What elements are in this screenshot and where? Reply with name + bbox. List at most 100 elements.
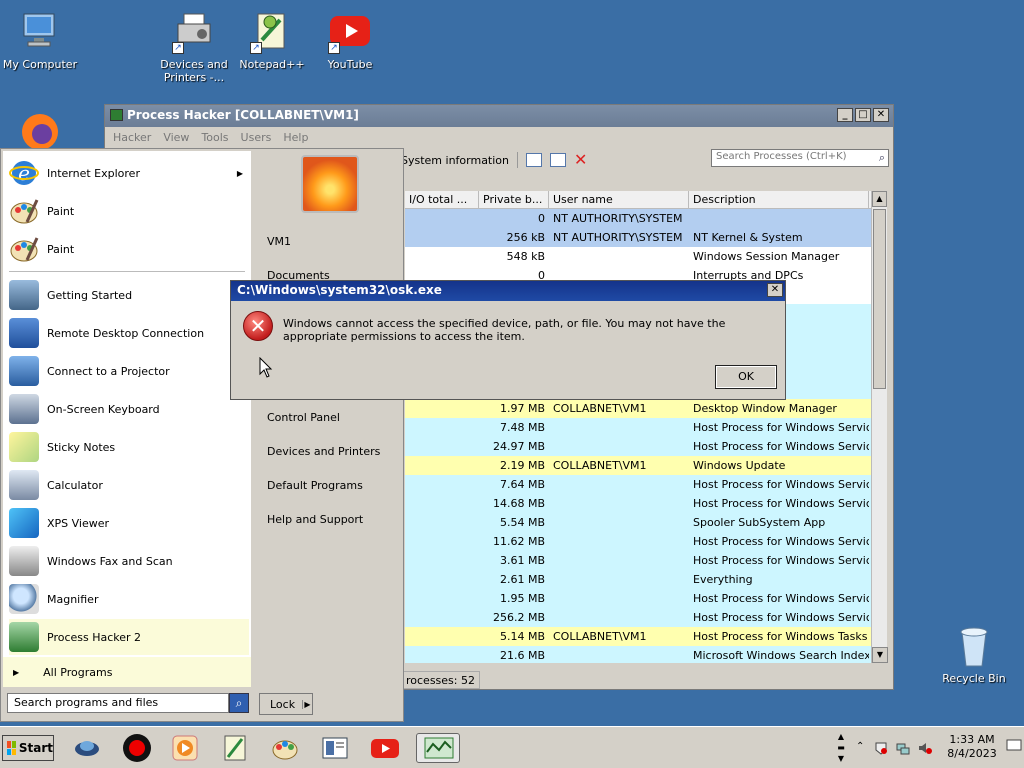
start-link-help-support[interactable]: Help and Support <box>267 513 363 526</box>
search-icon[interactable]: ⌕ <box>879 151 885 165</box>
terminate-icon[interactable]: ✕ <box>574 152 587 168</box>
taskbar-app-process-hacker-icon[interactable] <box>416 733 460 763</box>
cell-private: 21.6 MB <box>499 649 545 662</box>
start-item-process-hacker[interactable]: Process Hacker 2 <box>9 619 249 655</box>
scrollbar-thumb[interactable] <box>873 209 886 389</box>
table-row[interactable]: 256 kB NT AUTHORITY\SYSTEM NT Kernel & Sys… <box>405 228 887 247</box>
start-item-on-screen-keyboard[interactable]: On-Screen Keyboard <box>9 391 249 427</box>
desktop-icon-label: Devices and Printers -... <box>160 58 228 84</box>
menu-tools[interactable]: Tools <box>201 131 228 145</box>
desktop-icon-my-computer[interactable]: My Computer <box>0 10 80 71</box>
start-item-xps-viewer[interactable]: XPS Viewer <box>9 505 249 541</box>
column-header-description[interactable]: Description <box>689 191 869 208</box>
menu-help[interactable]: Help <box>283 131 308 145</box>
start-item-projector[interactable]: Connect to a Projector <box>9 353 249 389</box>
table-row[interactable]: 0 NT AUTHORITY\SYSTEM <box>405 209 887 228</box>
scroll-down-arrow-icon[interactable]: ▼ <box>872 647 888 663</box>
table-row[interactable]: 2.61 MB Everything <box>405 570 887 589</box>
desktop-icon-youtube[interactable]: ↗ YouTube <box>310 10 390 71</box>
lock-options-arrow-icon[interactable]: ▶ <box>302 699 312 709</box>
taskbar-app-media-player-icon[interactable] <box>170 733 200 763</box>
process-list[interactable]: I/O total ... Private b... User name Des… <box>405 191 887 663</box>
close-button[interactable]: ✕ <box>767 283 783 297</box>
menu-view[interactable]: View <box>163 131 189 145</box>
close-button[interactable]: ✕ <box>873 108 889 122</box>
taskbar-app-network-icon[interactable] <box>72 733 102 763</box>
column-header-private-bytes[interactable]: Private b... <box>479 191 549 208</box>
ok-button[interactable]: OK <box>715 365 777 389</box>
start-item-paint[interactable]: Paint <box>9 193 249 229</box>
search-processes-input[interactable]: Search Processes (Ctrl+K) ⌕ <box>711 149 889 167</box>
search-programs-input[interactable]: Search programs and files <box>7 693 229 713</box>
start-link-devices-printers[interactable]: Devices and Printers <box>267 445 380 458</box>
vertical-scrollbar[interactable]: ▲ ▼ <box>871 191 888 663</box>
desktop-icon-devices-printers[interactable]: ↗ Devices and Printers -... <box>154 10 234 84</box>
find-window-icon[interactable] <box>550 153 567 167</box>
start-button[interactable]: Start <box>2 735 54 761</box>
desktop-icon-recycle-bin[interactable]: Recycle Bin <box>934 624 1014 685</box>
window-icon[interactable] <box>526 153 543 167</box>
search-icon[interactable]: ⌕ <box>229 693 249 713</box>
taskbar-app-notepad-plus-plus-icon[interactable] <box>220 733 250 763</box>
start-link-control-panel[interactable]: Control Panel <box>267 411 340 424</box>
scroll-up-arrow-icon[interactable]: ▲ <box>872 191 887 207</box>
cell-private: 548 kB <box>506 250 545 263</box>
column-header-io-total[interactable]: I/O total ... <box>405 191 479 208</box>
start-item-remote-desktop[interactable]: Remote Desktop Connection <box>9 315 249 351</box>
error-dialog-titlebar[interactable]: C:\Windows\system32\osk.exe ✕ <box>231 281 785 301</box>
taskbar-app-record-icon[interactable] <box>122 733 152 763</box>
table-row[interactable]: 21.6 MB Microsoft Windows Search Indexer <box>405 646 887 663</box>
all-programs-button[interactable]: ▶ All Programs <box>3 657 251 687</box>
all-programs-arrow-icon: ▶ <box>13 667 20 677</box>
table-row[interactable]: 14.68 MB Host Process for Windows Service… <box>405 494 887 513</box>
system-information-button[interactable]: System information <box>401 154 509 167</box>
network-icon[interactable] <box>896 741 910 755</box>
start-link-default-programs[interactable]: Default Programs <box>267 479 363 492</box>
maximize-button[interactable]: □ <box>855 108 871 122</box>
column-header-user-name[interactable]: User name <box>549 191 689 208</box>
system-tray: ▲ ▬ ▼ ⌃ 1:33 AM 8/4/2023 <box>834 731 1024 765</box>
table-row[interactable]: 1.95 MB Host Process for Windows Services <box>405 589 887 608</box>
table-row[interactable]: 11.62 MB Host Process for Windows Service… <box>405 532 887 551</box>
table-row[interactable]: 24.97 MB Host Process for Windows Service… <box>405 437 887 456</box>
submenu-arrow-icon: ▶ <box>236 168 243 178</box>
table-row[interactable]: 7.64 MB Host Process for Windows Services <box>405 475 887 494</box>
start-item-paint-2[interactable]: Paint <box>9 231 249 267</box>
start-menu-places: VM1 Documents Control Panel Devices and … <box>255 149 405 689</box>
start-item-internet-explorer[interactable]: e Internet Explorer ▶ <box>9 155 249 191</box>
start-item-calculator[interactable]: Calculator <box>9 467 249 503</box>
table-row[interactable]: 1.97 MB COLLABNET\VM1 Desktop Window Manag… <box>405 399 887 418</box>
user-avatar[interactable] <box>301 155 359 213</box>
error-dialog[interactable]: C:\Windows\system32\osk.exe ✕ ✕ Windows … <box>230 280 786 400</box>
table-row[interactable]: 548 kB Windows Session Manager <box>405 247 887 266</box>
taskbar-app-reader-icon[interactable] <box>320 733 350 763</box>
taskbar-app-paint-icon[interactable] <box>270 733 300 763</box>
show-desktop-button[interactable] <box>1006 737 1022 759</box>
start-item-getting-started[interactable]: Getting Started <box>9 277 249 313</box>
table-row[interactable]: 256.2 MB Host Process for Windows Service… <box>405 608 887 627</box>
taskbar-clock[interactable]: 1:33 AM 8/4/2023 <box>942 733 1002 761</box>
start-item-fax-scan[interactable]: Windows Fax and Scan <box>9 543 249 579</box>
show-hidden-icons-icon[interactable]: ⌃ <box>856 741 870 755</box>
process-hacker-titlebar[interactable]: Process Hacker [COLLABNET\VM1] _ □ ✕ <box>105 105 893 127</box>
taskbar-app-youtube-icon[interactable] <box>370 733 400 763</box>
lock-button[interactable]: Lock ▶ <box>259 693 313 715</box>
table-row[interactable]: 7.48 MB Host Process for Windows Services <box>405 418 887 437</box>
menu-users[interactable]: Users <box>241 131 272 145</box>
start-link-user[interactable]: VM1 <box>267 235 291 248</box>
volume-muted-icon[interactable] <box>918 741 932 755</box>
tray-scroll[interactable]: ▲ ▬ ▼ <box>834 731 848 765</box>
desktop-icon-notepad-plus-plus[interactable]: ↗ Notepad++ <box>232 10 312 71</box>
table-row[interactable]: 3.61 MB Host Process for Windows Services <box>405 551 887 570</box>
notepad-plus-plus-icon: ↗ <box>250 10 294 54</box>
cell-desc: Windows Update <box>693 459 786 472</box>
minimize-button[interactable]: _ <box>837 108 853 122</box>
menu-hacker[interactable]: Hacker <box>113 131 151 145</box>
table-row[interactable]: 5.14 MB COLLABNET\VM1 Host Process for Win… <box>405 627 887 646</box>
table-row[interactable]: 2.19 MB COLLABNET\VM1 Windows Update <box>405 456 887 475</box>
start-item-magnifier[interactable]: Magnifier <box>9 581 249 617</box>
table-row[interactable]: 5.54 MB Spooler SubSystem App <box>405 513 887 532</box>
start-menu[interactable]: e Internet Explorer ▶ Paint Paint Gettin… <box>0 148 404 722</box>
action-center-icon[interactable] <box>874 741 888 755</box>
start-item-sticky-notes[interactable]: Sticky Notes <box>9 429 249 465</box>
